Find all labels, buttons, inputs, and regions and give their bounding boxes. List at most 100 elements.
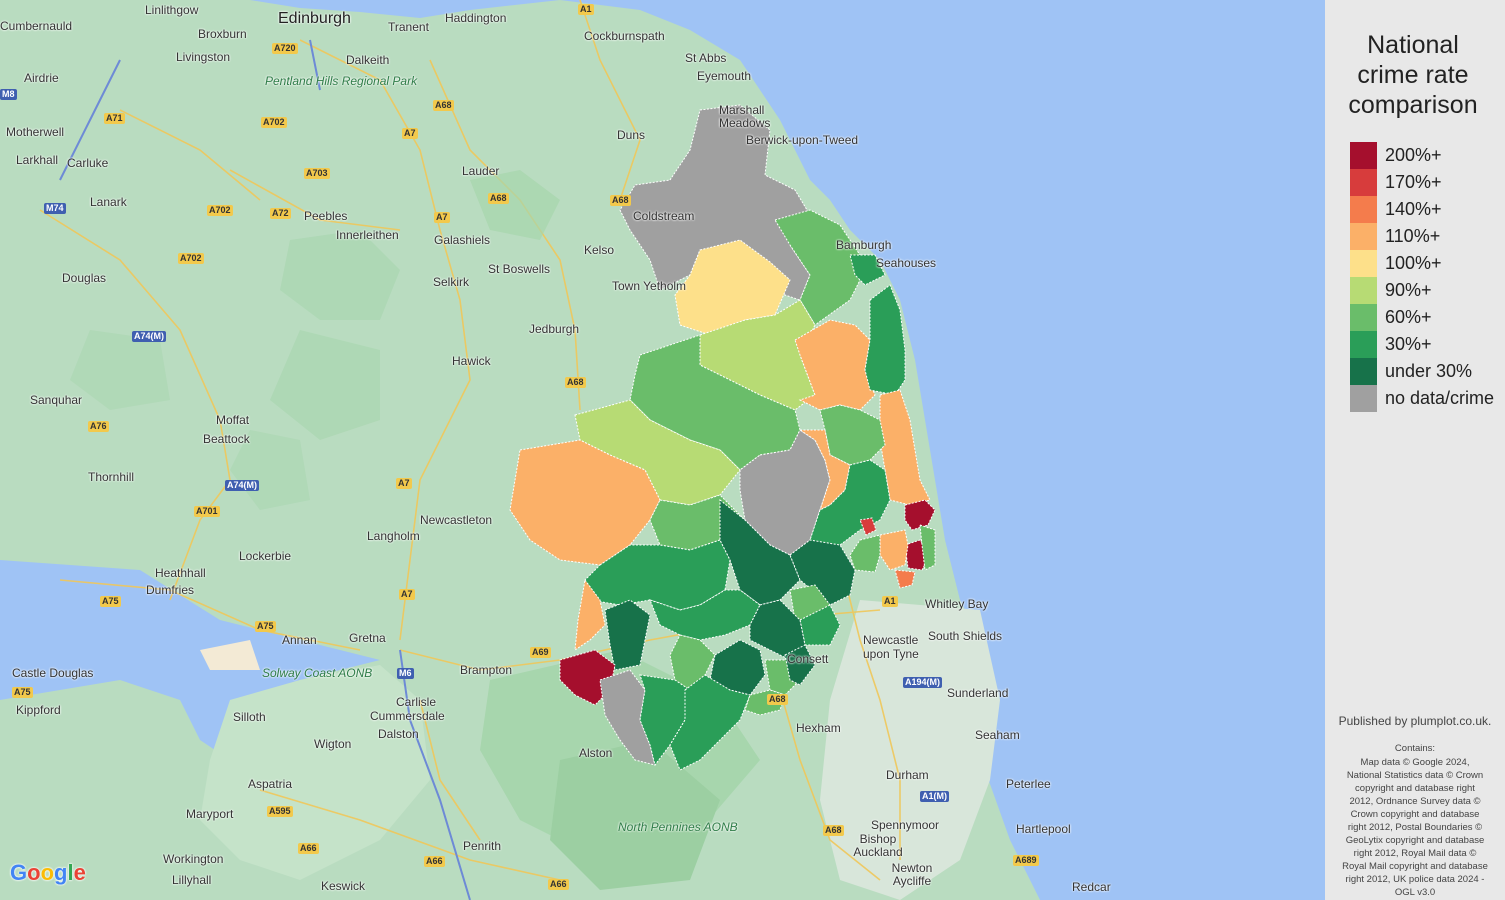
road-shield: A595 (267, 806, 293, 817)
legend-item: no data/crime (1350, 385, 1494, 412)
road-shield: A702 (207, 205, 233, 216)
place-label: Sanquhar (30, 393, 83, 407)
place-label: Broxburn (198, 27, 247, 41)
place-label: Jedburgh (529, 322, 580, 336)
place-label: Motherwell (6, 125, 65, 139)
place-label: Sunderland (947, 686, 1009, 700)
place-label: Lauder (462, 164, 500, 178)
place-label: Airdrie (24, 71, 59, 85)
place-label: South Shields (928, 629, 1003, 643)
place-label: Keswick (321, 879, 366, 893)
road-shield: A68 (610, 195, 631, 206)
place-label: Newcastleton (420, 513, 493, 527)
legend-label: 60%+ (1385, 307, 1432, 327)
road-shield: A72 (270, 208, 291, 219)
legend-title-line: National (1367, 31, 1459, 59)
road-shield: A7 (396, 478, 412, 489)
place-label: St Boswells (488, 262, 551, 276)
legend-swatch (1350, 250, 1377, 277)
place-label: Consett (787, 652, 829, 666)
place-label: Cockburnspath (584, 29, 665, 43)
place-label: Silloth (233, 710, 266, 724)
attribution-line: right 2012, Postal Boundaries © (1347, 822, 1483, 833)
place-label: Livingston (176, 50, 231, 64)
place-label: Lanark (90, 195, 127, 209)
attribution-text: Map data © Google 2024, National Statisti… (1333, 756, 1497, 899)
place-label: Bamburgh (836, 238, 892, 252)
place-label: Eyemouth (697, 69, 752, 83)
road-shield: A720 (272, 43, 298, 54)
region-60-cramlington (849, 534, 881, 573)
place-label: Brampton (460, 663, 513, 677)
road-shield: A7 (434, 212, 450, 223)
place-label: Lockerbie (239, 549, 292, 563)
legend-label: no data/crime (1385, 388, 1495, 408)
place-label: Thornhill (88, 470, 135, 484)
road-shield: M8 (0, 89, 17, 100)
road-shield: A7 (402, 128, 418, 139)
road-shield: A68 (565, 377, 586, 388)
road-shield: A702 (178, 253, 204, 264)
road-shield: M6 (397, 668, 414, 679)
region-label: Solway Coast AONB (262, 666, 373, 680)
place-label: Penrith (463, 839, 502, 853)
legend-item: 140%+ (1350, 196, 1494, 223)
place-label: Dumfries (146, 583, 195, 597)
road-shield: A703 (304, 168, 330, 179)
place-label: Annan (282, 633, 317, 647)
place-label: Seaham (975, 728, 1020, 742)
place-label: Bishop Auckland (853, 832, 903, 859)
attribution-line: National Statistics data © Crown (1346, 770, 1484, 781)
legend-swatch (1350, 142, 1377, 169)
place-label: Galashiels (434, 233, 491, 247)
place-label: Durham (886, 768, 929, 782)
road-shield: A69 (530, 647, 551, 658)
region-label: Pentland Hills Regional Park (265, 74, 418, 88)
road-shield: A1 (882, 596, 898, 607)
place-label: Moffat (216, 413, 250, 427)
legend-title: National crime rate comparison (1325, 30, 1501, 120)
legend-item: 60%+ (1350, 304, 1494, 331)
attribution-line: Royal Mail copyright and database (1342, 861, 1488, 872)
road-shield: A68 (823, 825, 844, 836)
place-label: Marshall Meadows (719, 103, 771, 130)
legend-item: 100%+ (1350, 250, 1494, 277)
road-shield: A701 (194, 506, 220, 517)
place-label: Heathhall (155, 566, 206, 580)
choropleth-map[interactable]: Edinburgh Linlithgow Haddington Tranent … (0, 0, 1325, 900)
place-label: Peebles (304, 209, 348, 223)
place-label: Hawick (452, 354, 491, 368)
place-label: Hexham (796, 721, 841, 735)
place-label: Innerleithen (336, 228, 399, 242)
road-shield: A66 (424, 856, 445, 867)
road-shield: A71 (104, 113, 125, 124)
road-shield: A76 (88, 421, 109, 432)
place-label: Spennymoor (871, 818, 940, 832)
region-140-southeast (894, 569, 916, 589)
place-label: Dalston (378, 727, 419, 741)
place-label: Seahouses (876, 256, 937, 270)
legend-item: 170%+ (1350, 169, 1494, 196)
region-30-coast (864, 284, 906, 396)
place-label: Town Yetholm (612, 279, 687, 293)
road-shield: A702 (261, 117, 287, 128)
attribution-line: 2012, Ordnance Survey data © (1349, 796, 1481, 807)
place-label: Maryport (186, 807, 234, 821)
place-label: Selkirk (433, 275, 470, 289)
attribution-line: Crown copyright and database (1350, 809, 1480, 820)
legend-item: 90%+ (1350, 277, 1494, 304)
place-label: Hartlepool (1016, 822, 1071, 836)
road-shield: A68 (488, 193, 509, 204)
place-label: Berwick-upon-Tweed (746, 133, 859, 147)
legend-label: 90%+ (1385, 280, 1432, 300)
place-label: Castle Douglas (12, 666, 94, 680)
place-label: Whitley Bay (925, 597, 989, 611)
legend-item: under 30% (1350, 358, 1494, 385)
legend-swatch (1350, 196, 1377, 223)
attribution-line: GeoLytix copyright and database (1345, 835, 1485, 846)
legend-label: 30%+ (1385, 334, 1432, 354)
place-label: Newcastle upon Tyne (863, 633, 919, 661)
legend-label: 200%+ (1385, 145, 1442, 165)
place-label: Edinburgh (278, 10, 351, 27)
place-label: Linlithgow (145, 3, 199, 17)
